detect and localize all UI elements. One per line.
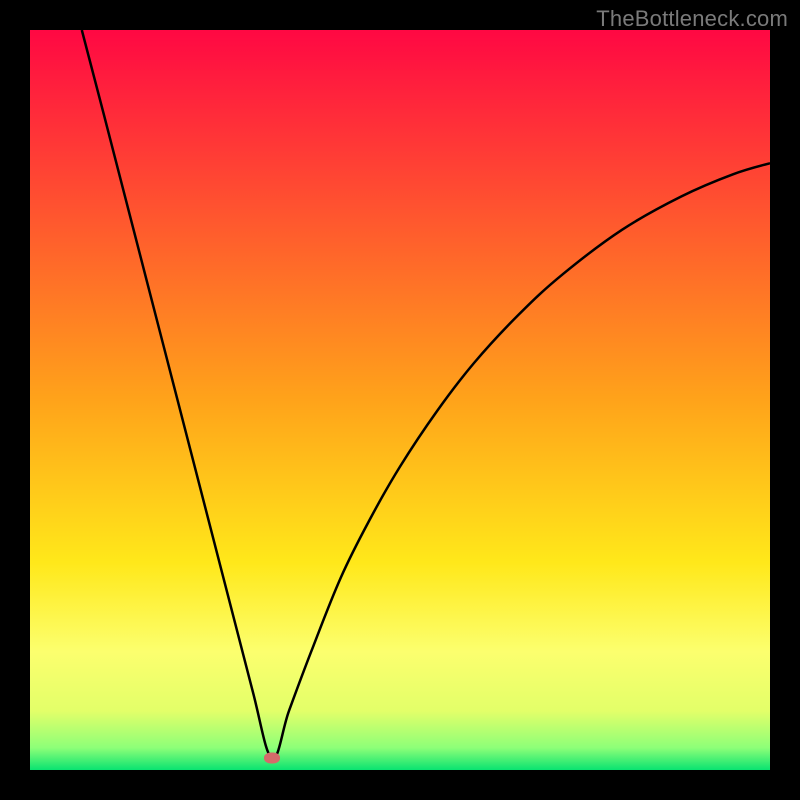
curve-layer xyxy=(30,30,770,770)
chart-frame: TheBottleneck.com xyxy=(0,0,800,800)
plot-area xyxy=(30,30,770,770)
watermark-text: TheBottleneck.com xyxy=(596,6,788,32)
bottleneck-curve xyxy=(82,30,770,758)
optimum-marker xyxy=(264,753,280,764)
